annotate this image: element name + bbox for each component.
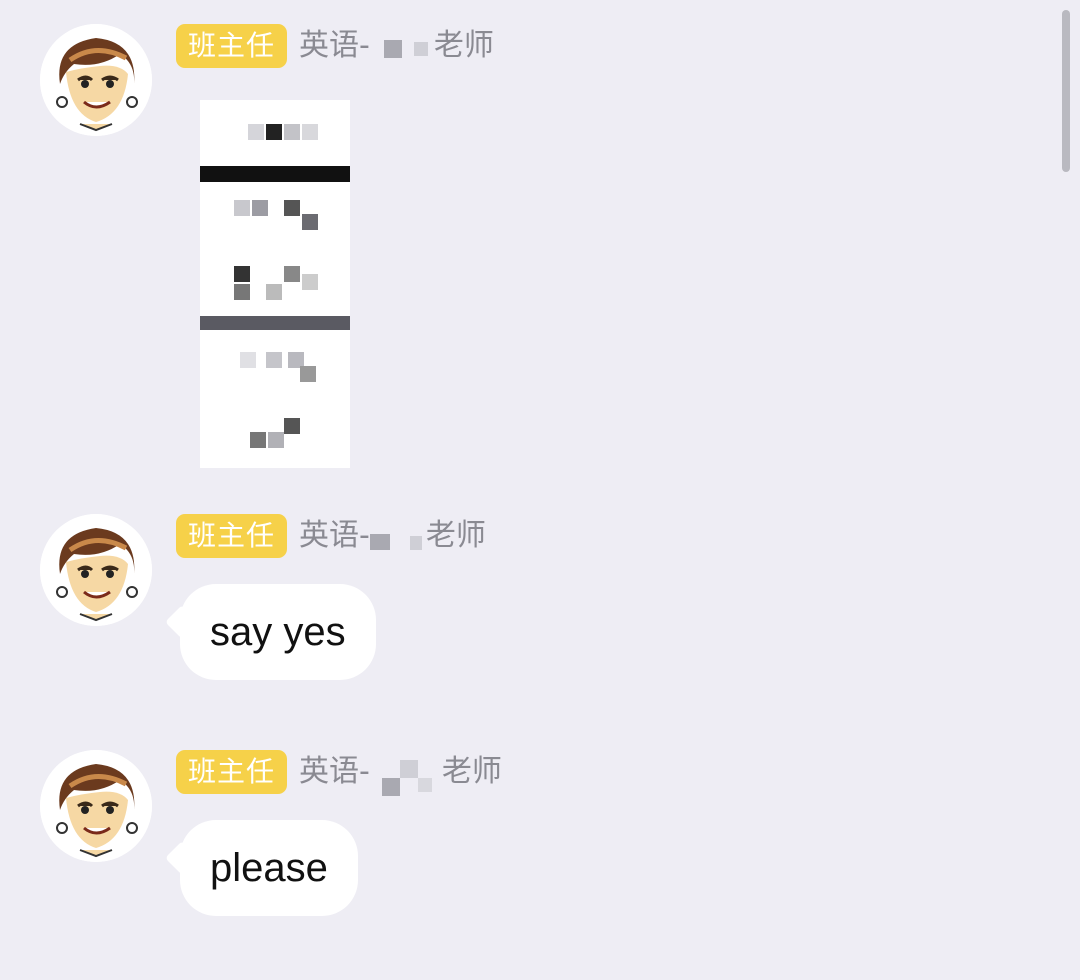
image-divider <box>200 166 350 182</box>
sender-suffix: 老师 <box>425 518 486 553</box>
image-divider <box>200 316 350 330</box>
sender-prefix: 英语- <box>299 754 370 789</box>
role-badge: 班主任 <box>176 24 288 68</box>
scrollbar[interactable] <box>1062 10 1070 172</box>
role-badge: 班主任 <box>176 514 288 558</box>
avatar[interactable] <box>40 750 152 862</box>
message-bubble[interactable]: say yes <box>180 584 376 680</box>
message-bubble[interactable]: please <box>180 820 358 916</box>
message-header: 班主任 英语- 老师 <box>176 514 486 558</box>
sender-suffix: 老师 <box>441 754 502 789</box>
avatar[interactable] <box>40 24 152 136</box>
sender-prefix: 英语- <box>299 518 370 553</box>
chat-window: 班主任 英语- 老师 班主任 英语- 老师 say yes 班主任 英语- 老师… <box>0 0 1080 980</box>
image-attachment[interactable] <box>200 100 350 468</box>
sender-name[interactable]: 英语- 老师 <box>299 30 494 62</box>
sender-prefix: 英语- <box>299 28 370 63</box>
sender-name[interactable]: 英语- 老师 <box>299 520 486 552</box>
avatar[interactable] <box>40 514 152 626</box>
message-text: please <box>210 846 328 890</box>
role-badge: 班主任 <box>176 750 288 794</box>
message-header: 班主任 英语- 老师 <box>176 24 494 68</box>
redacted-name <box>370 756 442 796</box>
message-header: 班主任 英语- 老师 <box>176 750 502 796</box>
redacted-name <box>369 520 426 552</box>
redacted-name <box>370 30 434 62</box>
sender-suffix: 老师 <box>433 28 494 63</box>
sender-name[interactable]: 英语- 老师 <box>299 754 502 796</box>
message-text: say yes <box>210 610 346 654</box>
